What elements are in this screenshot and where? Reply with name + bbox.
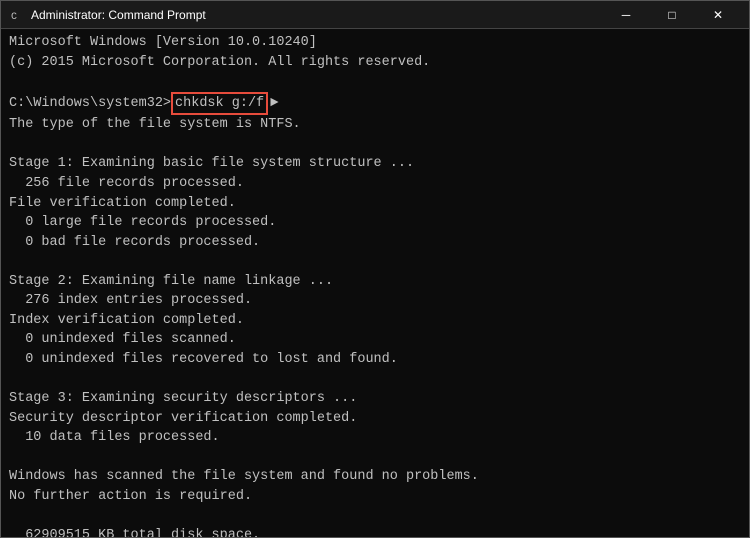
console-line-5: Stage 1: Examining basic file system str… [9, 154, 741, 174]
console-line-6: 256 file records processed. [9, 174, 741, 194]
title-bar: C Administrator: Command Prompt ─ □ ✕ [1, 1, 749, 29]
cmd-window: C Administrator: Command Prompt ─ □ ✕ Mi… [0, 0, 750, 538]
console-line-17: 10 data files processed. [9, 428, 741, 448]
svg-text:C: C [11, 12, 17, 22]
console-line-8: 0 large file records processed. [9, 213, 741, 233]
console-line-10: Stage 2: Examining file name linkage ... [9, 272, 741, 292]
cursor: ► [270, 93, 278, 113]
console-line-15: Stage 3: Examining security descriptors … [9, 389, 741, 409]
console-line-2: (c) 2015 Microsoft Corporation. All righ… [9, 53, 741, 73]
console-line-12: Index verification completed. [9, 311, 741, 331]
console-line-14: 0 unindexed files recovered to lost and … [9, 350, 741, 370]
maximize-button[interactable]: □ [649, 1, 695, 29]
console-line-1: Microsoft Windows [Version 10.0.10240] [9, 33, 741, 53]
console-line-18: Windows has scanned the file system and … [9, 467, 741, 487]
console-output[interactable]: Microsoft Windows [Version 10.0.10240] (… [1, 29, 749, 537]
window-title: Administrator: Command Prompt [31, 8, 603, 22]
console-line-13: 0 unindexed files scanned. [9, 330, 741, 350]
command-input-line: C:\Windows\system32>chkdsk g:/f ► [9, 92, 741, 116]
prompt: C:\Windows\system32> [9, 94, 171, 114]
console-line-11: 276 index entries processed. [9, 291, 741, 311]
console-line-16: Security descriptor verification complet… [9, 409, 741, 429]
command-highlight: chkdsk g:/f [171, 92, 268, 116]
window-controls: ─ □ ✕ [603, 1, 741, 29]
console-line-4: The type of the file system is NTFS. [9, 115, 741, 135]
console-line-20: 62909515 KB total disk space. [9, 526, 741, 537]
close-button[interactable]: ✕ [695, 1, 741, 29]
cmd-icon: C [9, 7, 25, 23]
console-line-19: No further action is required. [9, 487, 741, 507]
console-line-7: File verification completed. [9, 194, 741, 214]
minimize-button[interactable]: ─ [603, 1, 649, 29]
console-line-9: 0 bad file records processed. [9, 233, 741, 253]
